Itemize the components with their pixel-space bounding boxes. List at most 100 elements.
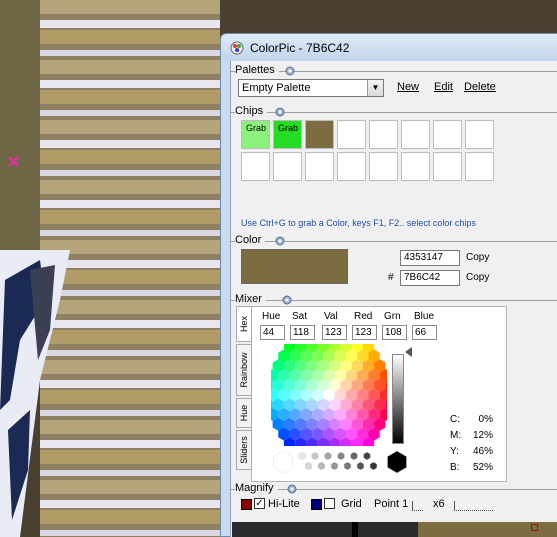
copy-hex-button[interactable]: Copy xyxy=(466,272,489,283)
decimal-color-field[interactable]: 4353147 xyxy=(400,250,460,266)
grn-header: Grn xyxy=(384,311,401,322)
palette-select-value: Empty Palette xyxy=(242,82,311,94)
hilite-label: Hi-Lite xyxy=(268,498,300,510)
gray-hex-cell[interactable] xyxy=(298,451,306,461)
gray-hex-cell[interactable] xyxy=(369,461,378,471)
tab-rainbow[interactable]: Rainbow xyxy=(236,344,252,396)
chevron-down-icon[interactable]: ▼ xyxy=(367,80,383,96)
value-gradient-slider[interactable] xyxy=(392,354,404,444)
palettes-section-label: Palettes xyxy=(235,64,279,76)
blue-field[interactable]: 66 xyxy=(412,325,437,340)
gray-hex-cell[interactable] xyxy=(330,461,339,471)
zoom-slider[interactable] xyxy=(454,501,493,511)
title-bar[interactable]: ColorPic - 7B6C42 xyxy=(221,34,557,61)
color-chip[interactable] xyxy=(465,152,494,181)
blue-header: Blue xyxy=(414,311,435,322)
new-palette-button[interactable]: New xyxy=(397,81,419,93)
color-chip[interactable] xyxy=(401,120,430,149)
colorpic-app-icon xyxy=(230,41,244,55)
chips-section-label: Chips xyxy=(235,105,268,117)
grayscale-hex-row[interactable] xyxy=(271,448,411,476)
gray-hex-cell[interactable] xyxy=(350,451,358,461)
chips-pin-icon[interactable] xyxy=(275,107,285,117)
cmyk-value: 12% xyxy=(472,430,493,441)
color-chip[interactable] xyxy=(369,152,398,181)
color-chip[interactable] xyxy=(337,152,366,181)
magnify-section-label: Magnify xyxy=(235,482,278,494)
color-chip[interactable] xyxy=(433,152,462,181)
pick-marker-icon: × xyxy=(7,149,20,174)
red-field[interactable]: 123 xyxy=(352,325,377,340)
cmyk-value: 46% xyxy=(472,446,493,457)
magnify-pin-icon[interactable] xyxy=(287,484,297,494)
gray-hex-cell[interactable] xyxy=(317,461,326,471)
gray-hex-cell[interactable] xyxy=(363,451,371,461)
color-chip[interactable] xyxy=(337,120,366,149)
color-chip[interactable] xyxy=(369,120,398,149)
magnifier-cursor-box xyxy=(531,524,538,531)
hue-field[interactable]: 44 xyxy=(260,325,285,340)
gray-hex-cell[interactable] xyxy=(304,461,313,471)
black-hex-cell[interactable] xyxy=(387,450,407,474)
chip-label: Grab xyxy=(246,123,267,133)
zoom-label: x6 xyxy=(433,498,445,510)
current-color-swatch xyxy=(241,249,348,284)
palette-select[interactable]: Empty Palette ▼ xyxy=(238,79,384,97)
palettes-pin-icon[interactable] xyxy=(285,66,295,76)
edit-palette-button[interactable]: Edit xyxy=(434,81,453,93)
cmyk-key: C: xyxy=(450,414,460,425)
colorpic-window: ColorPic - 7B6C42 Palettes Empty Palette… xyxy=(220,33,557,537)
gray-hex-cell[interactable] xyxy=(311,451,319,461)
color-chip[interactable] xyxy=(305,152,334,181)
tab-hue[interactable]: Hue xyxy=(236,398,252,428)
white-hex-cell[interactable] xyxy=(273,450,293,474)
gray-hex-cell[interactable] xyxy=(337,451,345,461)
red-header: Red xyxy=(354,311,373,322)
val-header: Val xyxy=(324,311,338,322)
hilite-color-swatch[interactable] xyxy=(241,499,252,510)
tab-sliders[interactable]: Sliders xyxy=(236,430,252,470)
hue-header: Hue xyxy=(262,311,281,322)
tab-hex[interactable]: Hex xyxy=(236,306,252,342)
grn-field[interactable]: 108 xyxy=(382,325,407,340)
grid-color-swatch[interactable] xyxy=(311,499,322,510)
chips-hint: Use Ctrl+G to grab a Color, keys F1, F2.… xyxy=(241,218,476,228)
point-size-slider[interactable] xyxy=(412,501,423,511)
sat-field[interactable]: 118 xyxy=(290,325,315,340)
magnifier-view[interactable] xyxy=(232,522,557,537)
cmyk-key: M: xyxy=(450,430,462,441)
client-area: Palettes Empty Palette ▼ New Edit Delete… xyxy=(230,61,557,537)
color-chip[interactable] xyxy=(401,152,430,181)
gray-hex-cell[interactable] xyxy=(356,461,365,471)
color-section-label: Color xyxy=(235,234,266,246)
point-size-label: Point 1 xyxy=(374,498,409,510)
grid-label: Grid xyxy=(341,498,362,510)
delete-palette-button[interactable]: Delete xyxy=(464,81,496,93)
cmyk-value: 52% xyxy=(472,462,493,473)
cmyk-value: 0% xyxy=(478,414,493,425)
slider-thumb-icon[interactable] xyxy=(405,347,412,357)
cmyk-key: B: xyxy=(450,462,460,473)
hilite-checkbox[interactable]: ✓ xyxy=(254,498,265,509)
gray-hex-cell[interactable] xyxy=(343,461,352,471)
color-chip[interactable] xyxy=(273,152,302,181)
mixer-section-label: Mixer xyxy=(235,293,266,305)
gray-hex-cell[interactable] xyxy=(324,451,332,461)
color-pin-icon[interactable] xyxy=(275,236,285,246)
hex-color-wheel[interactable] xyxy=(271,344,387,446)
color-chip[interactable] xyxy=(433,120,462,149)
color-chip[interactable] xyxy=(241,152,270,181)
val-field[interactable]: 123 xyxy=(322,325,347,340)
color-chip[interactable]: Grab xyxy=(273,120,302,149)
grid-checkbox[interactable] xyxy=(324,498,335,509)
mixer-pin-icon[interactable] xyxy=(282,295,292,305)
color-chip[interactable] xyxy=(465,120,494,149)
hex-hash-label: # xyxy=(388,272,394,283)
window-title: ColorPic - 7B6C42 xyxy=(250,41,350,55)
color-chip[interactable]: Grab xyxy=(241,120,270,149)
sat-header: Sat xyxy=(292,311,308,322)
color-chip[interactable] xyxy=(305,120,334,149)
hex-color-field[interactable]: 7B6C42 xyxy=(400,270,460,286)
copy-decimal-button[interactable]: Copy xyxy=(466,252,489,263)
chip-label: Grab xyxy=(278,123,299,133)
